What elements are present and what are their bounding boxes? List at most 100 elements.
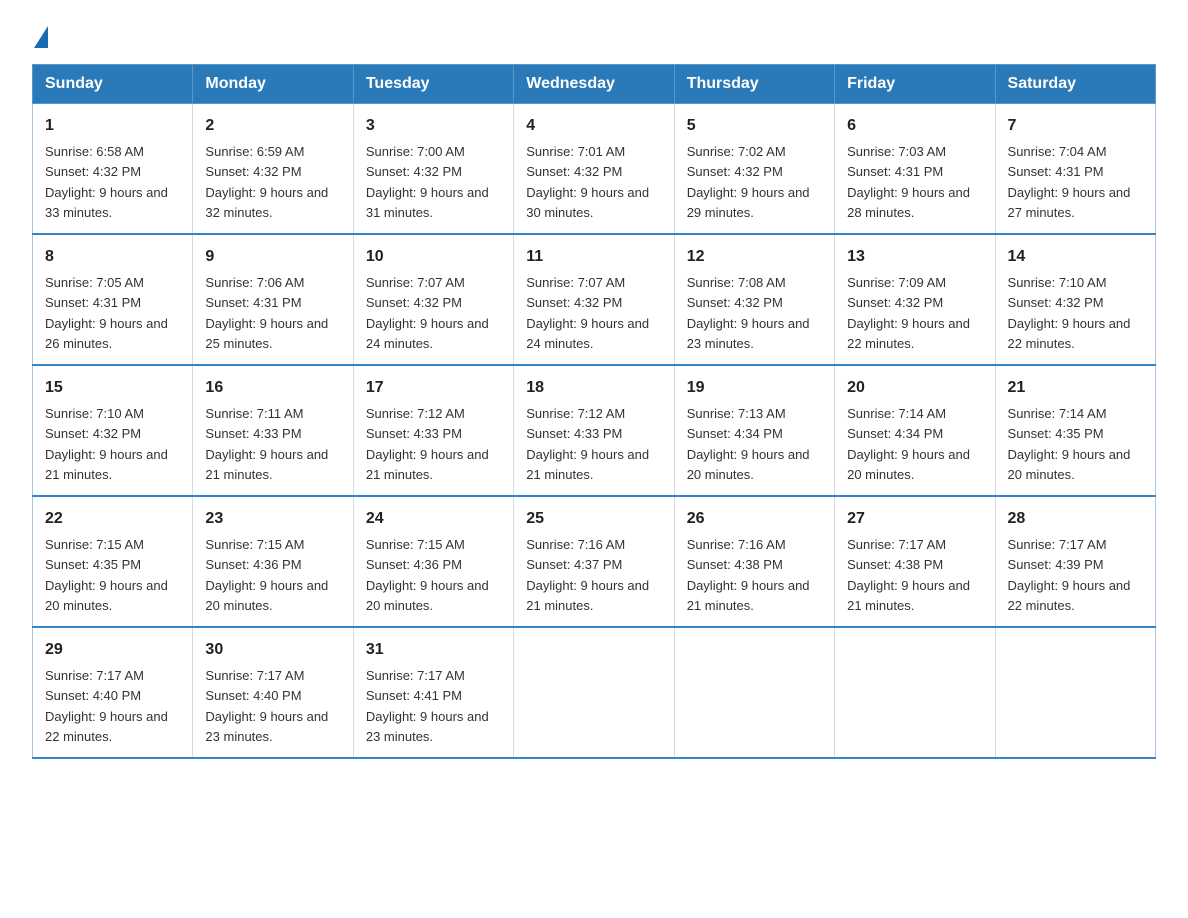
day-number: 3 (366, 114, 501, 138)
calendar-cell: 15 Sunrise: 7:10 AMSunset: 4:32 PMDaylig… (33, 365, 193, 496)
day-info: Sunrise: 7:08 AMSunset: 4:32 PMDaylight:… (687, 275, 810, 351)
day-info: Sunrise: 7:17 AMSunset: 4:41 PMDaylight:… (366, 668, 489, 744)
page-header (32, 24, 1156, 44)
day-number: 13 (847, 245, 982, 269)
calendar-cell: 21 Sunrise: 7:14 AMSunset: 4:35 PMDaylig… (995, 365, 1155, 496)
column-header-wednesday: Wednesday (514, 65, 674, 104)
column-header-tuesday: Tuesday (353, 65, 513, 104)
calendar-cell: 17 Sunrise: 7:12 AMSunset: 4:33 PMDaylig… (353, 365, 513, 496)
calendar-table: SundayMondayTuesdayWednesdayThursdayFrid… (32, 64, 1156, 759)
calendar-cell: 10 Sunrise: 7:07 AMSunset: 4:32 PMDaylig… (353, 234, 513, 365)
day-number: 6 (847, 114, 982, 138)
column-header-thursday: Thursday (674, 65, 834, 104)
day-info: Sunrise: 6:59 AMSunset: 4:32 PMDaylight:… (205, 144, 328, 220)
day-number: 21 (1008, 376, 1143, 400)
day-number: 24 (366, 507, 501, 531)
day-number: 29 (45, 638, 180, 662)
day-number: 16 (205, 376, 340, 400)
calendar-cell: 3 Sunrise: 7:00 AMSunset: 4:32 PMDayligh… (353, 104, 513, 235)
calendar-cell: 19 Sunrise: 7:13 AMSunset: 4:34 PMDaylig… (674, 365, 834, 496)
day-info: Sunrise: 7:13 AMSunset: 4:34 PMDaylight:… (687, 406, 810, 482)
column-header-saturday: Saturday (995, 65, 1155, 104)
day-info: Sunrise: 7:16 AMSunset: 4:38 PMDaylight:… (687, 537, 810, 613)
day-info: Sunrise: 7:12 AMSunset: 4:33 PMDaylight:… (366, 406, 489, 482)
day-number: 20 (847, 376, 982, 400)
day-info: Sunrise: 7:04 AMSunset: 4:31 PMDaylight:… (1008, 144, 1131, 220)
calendar-cell (674, 627, 834, 758)
calendar-cell (835, 627, 995, 758)
calendar-week-row: 15 Sunrise: 7:10 AMSunset: 4:32 PMDaylig… (33, 365, 1156, 496)
calendar-cell: 26 Sunrise: 7:16 AMSunset: 4:38 PMDaylig… (674, 496, 834, 627)
day-number: 27 (847, 507, 982, 531)
day-info: Sunrise: 7:10 AMSunset: 4:32 PMDaylight:… (45, 406, 168, 482)
column-header-monday: Monday (193, 65, 353, 104)
calendar-cell: 2 Sunrise: 6:59 AMSunset: 4:32 PMDayligh… (193, 104, 353, 235)
calendar-cell: 11 Sunrise: 7:07 AMSunset: 4:32 PMDaylig… (514, 234, 674, 365)
day-info: Sunrise: 7:15 AMSunset: 4:35 PMDaylight:… (45, 537, 168, 613)
day-info: Sunrise: 7:10 AMSunset: 4:32 PMDaylight:… (1008, 275, 1131, 351)
column-header-friday: Friday (835, 65, 995, 104)
day-info: Sunrise: 7:16 AMSunset: 4:37 PMDaylight:… (526, 537, 649, 613)
calendar-cell: 7 Sunrise: 7:04 AMSunset: 4:31 PMDayligh… (995, 104, 1155, 235)
day-info: Sunrise: 7:17 AMSunset: 4:38 PMDaylight:… (847, 537, 970, 613)
day-number: 12 (687, 245, 822, 269)
day-info: Sunrise: 7:09 AMSunset: 4:32 PMDaylight:… (847, 275, 970, 351)
day-info: Sunrise: 7:11 AMSunset: 4:33 PMDaylight:… (205, 406, 328, 482)
day-number: 1 (45, 114, 180, 138)
day-number: 4 (526, 114, 661, 138)
calendar-cell: 29 Sunrise: 7:17 AMSunset: 4:40 PMDaylig… (33, 627, 193, 758)
calendar-cell: 14 Sunrise: 7:10 AMSunset: 4:32 PMDaylig… (995, 234, 1155, 365)
day-info: Sunrise: 7:01 AMSunset: 4:32 PMDaylight:… (526, 144, 649, 220)
day-info: Sunrise: 7:14 AMSunset: 4:34 PMDaylight:… (847, 406, 970, 482)
calendar-cell: 12 Sunrise: 7:08 AMSunset: 4:32 PMDaylig… (674, 234, 834, 365)
day-number: 10 (366, 245, 501, 269)
calendar-week-row: 29 Sunrise: 7:17 AMSunset: 4:40 PMDaylig… (33, 627, 1156, 758)
calendar-cell: 18 Sunrise: 7:12 AMSunset: 4:33 PMDaylig… (514, 365, 674, 496)
day-info: Sunrise: 7:00 AMSunset: 4:32 PMDaylight:… (366, 144, 489, 220)
calendar-cell (995, 627, 1155, 758)
day-info: Sunrise: 7:03 AMSunset: 4:31 PMDaylight:… (847, 144, 970, 220)
calendar-cell: 20 Sunrise: 7:14 AMSunset: 4:34 PMDaylig… (835, 365, 995, 496)
calendar-cell: 16 Sunrise: 7:11 AMSunset: 4:33 PMDaylig… (193, 365, 353, 496)
day-number: 11 (526, 245, 661, 269)
calendar-cell (514, 627, 674, 758)
day-number: 23 (205, 507, 340, 531)
calendar-cell: 31 Sunrise: 7:17 AMSunset: 4:41 PMDaylig… (353, 627, 513, 758)
day-info: Sunrise: 7:15 AMSunset: 4:36 PMDaylight:… (205, 537, 328, 613)
calendar-cell: 22 Sunrise: 7:15 AMSunset: 4:35 PMDaylig… (33, 496, 193, 627)
day-number: 5 (687, 114, 822, 138)
calendar-cell: 4 Sunrise: 7:01 AMSunset: 4:32 PMDayligh… (514, 104, 674, 235)
day-info: Sunrise: 7:15 AMSunset: 4:36 PMDaylight:… (366, 537, 489, 613)
day-info: Sunrise: 7:06 AMSunset: 4:31 PMDaylight:… (205, 275, 328, 351)
day-info: Sunrise: 7:17 AMSunset: 4:40 PMDaylight:… (205, 668, 328, 744)
day-number: 2 (205, 114, 340, 138)
calendar-week-row: 22 Sunrise: 7:15 AMSunset: 4:35 PMDaylig… (33, 496, 1156, 627)
day-info: Sunrise: 7:17 AMSunset: 4:39 PMDaylight:… (1008, 537, 1131, 613)
day-info: Sunrise: 7:07 AMSunset: 4:32 PMDaylight:… (366, 275, 489, 351)
day-number: 19 (687, 376, 822, 400)
day-number: 17 (366, 376, 501, 400)
day-info: Sunrise: 7:12 AMSunset: 4:33 PMDaylight:… (526, 406, 649, 482)
calendar-cell: 30 Sunrise: 7:17 AMSunset: 4:40 PMDaylig… (193, 627, 353, 758)
day-number: 9 (205, 245, 340, 269)
calendar-cell: 13 Sunrise: 7:09 AMSunset: 4:32 PMDaylig… (835, 234, 995, 365)
day-number: 26 (687, 507, 822, 531)
day-number: 25 (526, 507, 661, 531)
calendar-cell: 28 Sunrise: 7:17 AMSunset: 4:39 PMDaylig… (995, 496, 1155, 627)
calendar-cell: 24 Sunrise: 7:15 AMSunset: 4:36 PMDaylig… (353, 496, 513, 627)
day-info: Sunrise: 7:17 AMSunset: 4:40 PMDaylight:… (45, 668, 168, 744)
calendar-cell: 9 Sunrise: 7:06 AMSunset: 4:31 PMDayligh… (193, 234, 353, 365)
day-number: 14 (1008, 245, 1143, 269)
day-number: 7 (1008, 114, 1143, 138)
day-number: 22 (45, 507, 180, 531)
day-number: 18 (526, 376, 661, 400)
calendar-cell: 1 Sunrise: 6:58 AMSunset: 4:32 PMDayligh… (33, 104, 193, 235)
calendar-header-row: SundayMondayTuesdayWednesdayThursdayFrid… (33, 65, 1156, 104)
day-number: 30 (205, 638, 340, 662)
calendar-week-row: 1 Sunrise: 6:58 AMSunset: 4:32 PMDayligh… (33, 104, 1156, 235)
logo-triangle-icon (34, 26, 48, 48)
calendar-cell: 23 Sunrise: 7:15 AMSunset: 4:36 PMDaylig… (193, 496, 353, 627)
day-number: 31 (366, 638, 501, 662)
day-info: Sunrise: 6:58 AMSunset: 4:32 PMDaylight:… (45, 144, 168, 220)
day-number: 8 (45, 245, 180, 269)
